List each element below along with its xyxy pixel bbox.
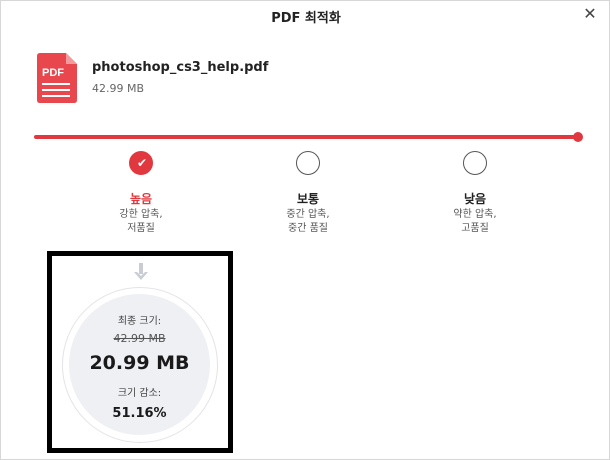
compression-option-high[interactable]: ✔ 높음 강한 압축, 저품질 xyxy=(81,151,201,235)
reduction-percent: 51.16% xyxy=(112,406,167,421)
option-label-high: 높음 xyxy=(129,192,153,206)
option-desc-high-1: 강한 압축, xyxy=(119,209,163,220)
result-circle: 최종 크기: 42.99 MB 20.99 MB 크기 감소: 51.16% xyxy=(62,287,218,443)
checkmark-icon: ✔ xyxy=(136,156,148,170)
option-desc-medium-1: 중간 압축, xyxy=(286,209,330,220)
result-highlight-box: 최종 크기: 42.99 MB 20.99 MB 크기 감소: 51.16% xyxy=(47,251,233,453)
compression-option-low[interactable]: 낮음 약한 압축, 고품질 xyxy=(415,151,535,235)
original-size: 42.99 MB xyxy=(113,332,166,345)
radio-low[interactable] xyxy=(463,151,487,175)
dialog-title: PDF 최적화 xyxy=(271,11,341,26)
file-name: photoshop_cs3_help.pdf xyxy=(92,60,269,75)
option-desc-medium-2: 중간 품질 xyxy=(288,223,328,234)
compression-option-medium[interactable]: 보통 중간 압축, 중간 품질 xyxy=(248,151,368,235)
option-label-low: 낮음 xyxy=(463,192,487,206)
option-desc-low-2: 고품질 xyxy=(461,223,489,234)
radio-medium[interactable] xyxy=(296,151,320,175)
reduction-label: 크기 감소: xyxy=(117,388,162,399)
pdf-icon-text: PDF xyxy=(42,67,64,79)
file-size: 42.99 MB xyxy=(92,82,145,95)
new-size: 20.99 MB xyxy=(89,352,190,374)
final-size-label: 최종 크기: xyxy=(117,316,162,327)
close-icon[interactable]: ✕ xyxy=(581,5,599,23)
pdf-file-icon: PDF xyxy=(37,53,77,103)
compression-slider-handle[interactable] xyxy=(573,132,583,142)
pdf-optimize-dialog: PDF 최적화 ✕ PDF photoshop_cs3_help.pdf 42.… xyxy=(0,0,610,460)
option-label-medium: 보통 xyxy=(296,192,320,206)
compression-slider-track[interactable] xyxy=(34,135,578,139)
arrow-down-icon xyxy=(134,263,148,280)
option-desc-low-1: 약한 압축, xyxy=(453,209,497,220)
result-circle-inner: 최종 크기: 42.99 MB 20.99 MB 크기 감소: 51.16% xyxy=(69,294,210,435)
radio-high[interactable]: ✔ xyxy=(129,151,153,175)
option-desc-high-2: 저품질 xyxy=(127,223,155,234)
